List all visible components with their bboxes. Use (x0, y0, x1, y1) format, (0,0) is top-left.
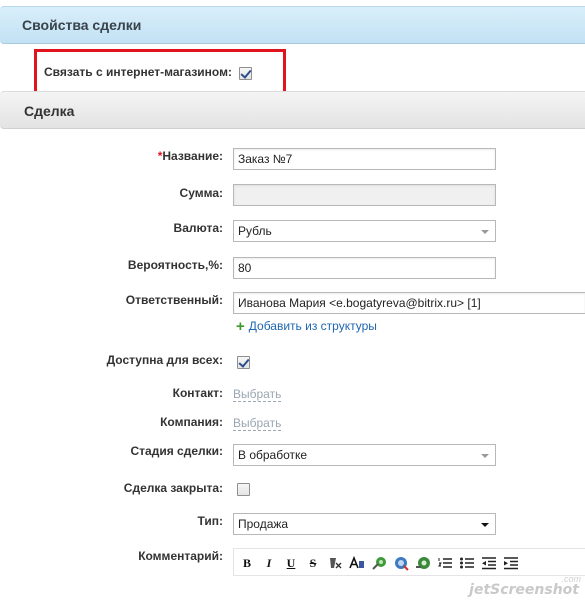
type-select[interactable]: Продажа (233, 513, 496, 535)
font-style-icon[interactable] (349, 555, 365, 571)
name-input[interactable]: Заказ №7 (233, 148, 496, 170)
type-value: Продажа (238, 517, 289, 531)
currency-select[interactable]: Рубль (233, 220, 496, 242)
insert-link-icon[interactable] (371, 555, 387, 571)
unordered-list-icon[interactable] (459, 555, 475, 571)
deal-section-header: Сделка (0, 91, 585, 129)
probability-label: Вероятность,%: (127, 258, 223, 272)
link-store-checkbox[interactable] (239, 67, 252, 80)
contact-label: Контакт: (172, 386, 223, 400)
chevron-down-icon (481, 454, 489, 458)
link-store-row: Связать с интернет-магазином: (34, 49, 286, 94)
insert-image-icon[interactable] (415, 555, 431, 571)
strikethrough-icon[interactable]: S (305, 555, 321, 571)
responsible-input[interactable]: Иванова Мария <e.bogatyreva@bitrix.ru> [… (233, 292, 585, 314)
contact-choose-link[interactable]: Выбрать (233, 387, 282, 402)
chevron-down-icon (481, 230, 489, 234)
ordered-list-icon[interactable] (437, 555, 453, 571)
properties-section-title: Свойства сделки (22, 17, 142, 33)
currency-value: Рубль (238, 224, 272, 238)
company-choose-link[interactable]: Выбрать (233, 416, 282, 431)
closed-checkbox[interactable] (237, 483, 250, 496)
currency-label: Валюта: (173, 221, 223, 235)
sum-label: Сумма: (179, 186, 223, 200)
outdent-icon[interactable] (481, 555, 497, 571)
bold-icon[interactable]: B (239, 555, 255, 571)
remove-format-icon[interactable] (327, 555, 343, 571)
comment-label: Комментарий: (138, 549, 223, 563)
stage-select[interactable]: В обработке (233, 444, 496, 466)
chevron-down-icon (481, 523, 489, 527)
plus-icon: + (236, 318, 245, 335)
deal-section-title: Сделка (24, 103, 75, 119)
watermark-logo: jetScreenshot (469, 582, 579, 598)
stage-value: В обработке (238, 448, 308, 462)
available-all-checkbox[interactable] (237, 356, 250, 369)
editor-toolbar: B I U S (233, 548, 585, 576)
properties-section-header: Свойства сделки (0, 6, 585, 44)
underline-icon[interactable]: U (283, 555, 299, 571)
available-all-label: Доступна для всех: (106, 353, 223, 367)
type-label: Тип: (197, 514, 224, 528)
remove-link-icon[interactable] (393, 555, 409, 571)
company-label: Компания: (160, 415, 223, 429)
stage-label: Стадия сделки: (130, 444, 223, 458)
closed-label: Сделка закрыта: (123, 481, 223, 495)
indent-icon[interactable] (503, 555, 519, 571)
responsible-label: Ответственный: (125, 293, 223, 307)
name-label: *Название: (157, 149, 223, 163)
sum-input[interactable] (233, 184, 496, 206)
add-from-structure-link[interactable]: + Добавить из структуры (236, 318, 377, 335)
link-store-label: Связать с интернет-магазином: (44, 65, 232, 79)
probability-input[interactable]: 80 (233, 257, 496, 279)
italic-icon[interactable]: I (261, 555, 277, 571)
